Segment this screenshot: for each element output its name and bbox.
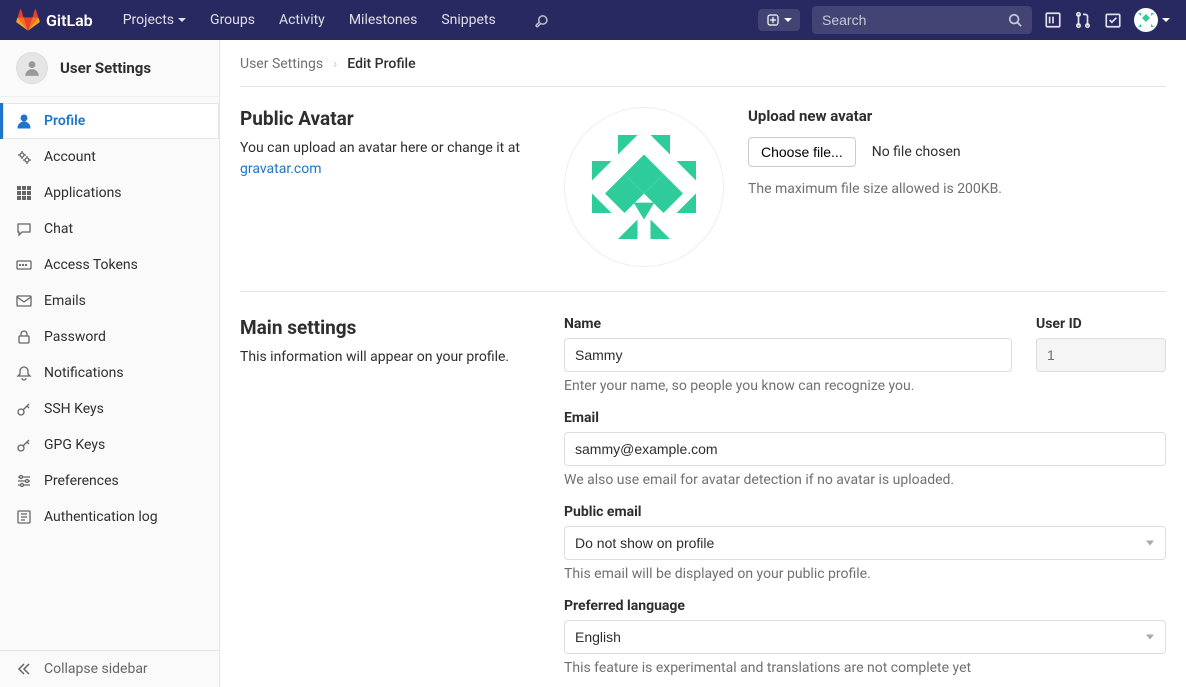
sidebar-item-label: Applications [44,185,122,201]
email-hint: We also use email for avatar detection i… [564,472,1166,488]
mail-icon [16,293,32,309]
language-label: Preferred language [564,598,1166,614]
user-menu[interactable] [1134,8,1170,32]
bell-icon [16,365,32,381]
sidebar-item-label: SSH Keys [44,401,104,417]
avatar-section: Public Avatar You can upload an avatar h… [240,107,1166,292]
key-icon [16,437,32,453]
lock-icon [16,329,32,345]
gears-icon [16,149,32,165]
main-settings-title: Main settings [240,316,540,339]
breadcrumb-parent[interactable]: User Settings [240,56,323,72]
gravatar-link[interactable]: gravatar.com [240,161,322,177]
sidebar-item-label: Authentication log [44,509,158,525]
sidebar-item-label: Notifications [44,365,124,381]
log-icon [16,509,32,525]
user-avatar-icon [1134,8,1158,32]
sidebar-item-label: Account [44,149,96,165]
sidebar-item-gpg-keys[interactable]: GPG Keys [0,427,219,463]
chevron-down-icon [1162,18,1170,22]
name-input[interactable] [564,338,1012,372]
search-box[interactable] [812,6,1032,34]
chevron-down-icon [784,18,792,22]
issues-icon[interactable] [1044,11,1062,29]
sidebar: User Settings Profile Account Applicatio… [0,40,220,687]
sidebar-item-preferences[interactable]: Preferences [0,463,219,499]
collapse-label: Collapse sidebar [44,661,148,677]
sidebar-item-chat[interactable]: Chat [0,211,219,247]
top-navbar: GitLab Projects Groups Activity Mileston… [0,0,1186,40]
choose-file-button[interactable]: Choose file... [748,137,856,167]
sidebar-title: User Settings [60,59,151,77]
sidebar-item-account[interactable]: Account [0,139,219,175]
language-hint: This feature is experimental and transla… [564,660,1166,676]
sidebar-item-label: Emails [44,293,86,309]
public-email-label: Public email [564,504,1166,520]
sidebar-item-label: Chat [44,221,73,237]
file-status: No file chosen [872,144,961,160]
user-icon [16,113,32,129]
name-hint: Enter your name, so people you know can … [564,378,1012,394]
collapse-sidebar[interactable]: Collapse sidebar [0,650,219,687]
nav-projects[interactable]: Projects [113,12,196,28]
nav-activity[interactable]: Activity [269,12,335,28]
nav-groups[interactable]: Groups [200,12,265,28]
userid-label: User ID [1036,316,1166,332]
sidebar-item-label: Profile [44,113,85,129]
sidebar-item-applications[interactable]: Applications [0,175,219,211]
breadcrumb: User Settings › Edit Profile [240,56,1166,87]
userid-input [1036,338,1166,372]
sliders-icon [16,473,32,489]
sidebar-header: User Settings [0,40,219,97]
avatar-section-title: Public Avatar [240,107,540,130]
language-select[interactable]: English [564,620,1166,654]
todos-icon[interactable] [1104,11,1122,29]
sidebar-item-emails[interactable]: Emails [0,283,219,319]
token-icon [16,257,32,273]
main-settings-section: Main settings This information will appe… [240,316,1166,687]
avatar-section-desc: You can upload an avatar here or change … [240,138,540,180]
nav-milestones[interactable]: Milestones [339,12,428,28]
merge-requests-icon[interactable] [1074,11,1092,29]
chevron-right-icon: › [333,56,337,72]
search-input[interactable] [822,12,1008,28]
user-icon [16,52,48,84]
chat-icon [16,221,32,237]
sidebar-item-access-tokens[interactable]: Access Tokens [0,247,219,283]
sidebar-item-ssh-keys[interactable]: SSH Keys [0,391,219,427]
gitlab-icon [16,8,40,32]
email-input[interactable] [564,432,1166,466]
brand-text: GitLab [46,11,93,30]
current-avatar [564,107,724,267]
public-email-select[interactable]: Do not show on profile [564,526,1166,560]
new-dropdown[interactable] [758,9,800,31]
sidebar-item-label: Access Tokens [44,257,138,273]
breadcrumb-current: Edit Profile [347,56,415,72]
upload-avatar-title: Upload new avatar [748,107,1002,125]
main-settings-desc: This information will appear on your pro… [240,347,540,368]
sidebar-item-auth-log[interactable]: Authentication log [0,499,219,535]
search-icon [1008,13,1022,27]
email-label: Email [564,410,1166,426]
sidebar-item-notifications[interactable]: Notifications [0,355,219,391]
apps-icon [16,185,32,201]
sidebar-item-label: GPG Keys [44,437,105,453]
main-content: User Settings › Edit Profile Public Avat… [220,40,1186,687]
collapse-icon [16,661,32,677]
sidebar-item-label: Password [44,329,106,345]
key-icon [16,401,32,417]
public-email-hint: This email will be displayed on your pub… [564,566,1166,582]
plus-icon [766,13,780,27]
gitlab-logo[interactable]: GitLab [16,8,93,32]
chevron-down-icon [178,18,186,22]
sidebar-item-password[interactable]: Password [0,319,219,355]
nav-snippets[interactable]: Snippets [431,12,505,28]
admin-wrench-icon[interactable] [522,12,558,28]
file-size-hint: The maximum file size allowed is 200KB. [748,181,1002,197]
sidebar-item-label: Preferences [44,473,119,489]
name-label: Name [564,316,1012,332]
sidebar-item-profile[interactable]: Profile [0,103,219,139]
